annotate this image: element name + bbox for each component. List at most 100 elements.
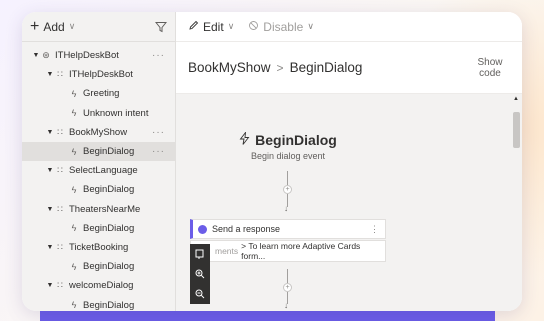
vertical-scrollbar[interactable]: ▲: [510, 94, 522, 311]
tree-item[interactable]: ϟ BeginDialog ···: [22, 141, 175, 162]
trigger-icon: ϟ: [71, 300, 77, 311]
add-node-button[interactable]: +: [283, 283, 292, 292]
plus-icon: +: [30, 17, 40, 35]
more-options-icon[interactable]: ···: [152, 127, 165, 138]
flow-canvas[interactable]: BeginDialog Begin dialog event + ↓ Send …: [176, 94, 522, 311]
tree-item-label: TheatersNearMe: [69, 203, 141, 215]
dialog-icon: ∷: [57, 69, 63, 80]
edit-button[interactable]: Edit ∨: [188, 20, 234, 34]
navigation-toolbar: + Add ∨: [22, 12, 175, 42]
composer-window: + Add ∨ ▼ ⊛ ITHelpDeskBot ··· ▼ ∷ ITHelpDeskBo…: [22, 12, 522, 311]
tree-item[interactable]: ϟ Unknown intent: [22, 104, 175, 123]
edit-label: Edit: [203, 19, 224, 34]
breadcrumb-separator: >: [276, 60, 284, 75]
arrow-down-icon: ↓: [284, 301, 288, 310]
tree-item-label: ITHelpDeskBot: [69, 69, 133, 81]
lightning-icon: [239, 130, 250, 148]
chevron-down-icon: ∨: [307, 21, 314, 31]
tree-item[interactable]: ▼ ⊛ ITHelpDeskBot ···: [22, 46, 175, 65]
trigger-subtitle: Begin dialog event: [250, 151, 326, 161]
caret-down-icon[interactable]: ▼: [46, 244, 54, 251]
editor-pane: Edit ∨ Disable ∨ BookMyShow > BeginDialo…: [176, 12, 522, 311]
show-code-button[interactable]: Show code: [472, 57, 508, 79]
tree-item[interactable]: ϟ BeginDialog: [22, 180, 175, 199]
editor-toolbar: Edit ∨ Disable ∨: [176, 12, 522, 42]
tree-item-label: BeginDialog: [83, 146, 135, 158]
dialog-icon: ∷: [57, 280, 63, 291]
zoom-in-icon[interactable]: [190, 264, 210, 284]
more-options-icon[interactable]: ···: [152, 50, 165, 61]
dialog-icon: ∷: [57, 241, 63, 252]
add-label: Add: [43, 19, 65, 34]
add-button[interactable]: + Add ∨: [30, 17, 76, 35]
trigger-icon: ϟ: [71, 261, 77, 272]
trigger-icon: ϟ: [71, 184, 77, 195]
tree-item[interactable]: ϟ Greeting: [22, 84, 175, 103]
breadcrumb-current: BeginDialog: [289, 60, 363, 75]
dialog-icon: ∷: [57, 165, 63, 176]
navigation-pane: + Add ∨ ▼ ⊛ ITHelpDeskBot ··· ▼ ∷ ITHelpDeskBo…: [22, 12, 176, 311]
connector-line: [287, 171, 288, 185]
tree-item-label: ITHelpDeskBot: [55, 50, 119, 62]
send-response-body[interactable]: ments > To learn more Adaptive Cards for…: [190, 240, 386, 262]
trigger-icon: ϟ: [71, 108, 77, 119]
tree-item-label: TicketBooking: [69, 241, 129, 253]
tree-item-label: BeginDialog: [83, 261, 135, 273]
chevron-down-icon: ∨: [68, 21, 76, 31]
scroll-up-icon[interactable]: ▲: [513, 96, 519, 102]
dialog-header: BookMyShow > BeginDialog Show code: [176, 42, 522, 94]
caret-down-icon[interactable]: ▼: [32, 52, 40, 59]
tree-item[interactable]: ▼ ∷ BookMyShow ···: [22, 123, 175, 142]
tree-item-label: welcomeDialog: [69, 280, 134, 292]
tree-item-label: BeginDialog: [83, 184, 135, 196]
tree-item-label: SelectLanguage: [69, 165, 138, 177]
tree-item[interactable]: ▼ ∷ TicketBooking: [22, 238, 175, 257]
trigger-node[interactable]: BeginDialog Begin dialog event: [176, 130, 400, 161]
caret-down-icon[interactable]: ▼: [46, 129, 54, 136]
trigger-title-text: BeginDialog: [255, 132, 337, 148]
chat-bubble-icon: [198, 224, 207, 234]
trigger-icon: ϟ: [71, 146, 77, 157]
tree-item[interactable]: ϟ BeginDialog: [22, 219, 175, 238]
arrow-down-icon: ↓: [284, 204, 288, 213]
tree-item-label: BeginDialog: [83, 222, 135, 234]
breadcrumb: BookMyShow > BeginDialog: [188, 60, 362, 75]
trigger-icon: ϟ: [71, 223, 77, 234]
more-icon[interactable]: ⋮: [370, 224, 379, 235]
caret-down-icon[interactable]: ▼: [46, 167, 54, 174]
card-title: Send a response: [212, 224, 281, 234]
chevron-down-icon: ∨: [227, 21, 235, 31]
fit-to-screen-icon[interactable]: [190, 244, 210, 264]
show-code-line1: Show: [477, 56, 503, 68]
connector-line: [287, 269, 288, 283]
scroll-thumb[interactable]: [513, 112, 520, 148]
decorative-bar: [40, 311, 495, 321]
filter-icon[interactable]: [155, 21, 167, 33]
dialog-icon: ∷: [57, 203, 63, 214]
more-options-icon[interactable]: ···: [152, 146, 165, 157]
disable-label: Disable: [263, 19, 304, 34]
tree-item-label: Unknown intent: [83, 107, 149, 119]
disable-button[interactable]: Disable ∨: [248, 20, 314, 34]
add-node-button[interactable]: +: [283, 185, 292, 194]
tree-item[interactable]: ▼ ∷ welcomeDialog: [22, 276, 175, 295]
bot-icon: ⊛: [42, 50, 50, 61]
tree-item[interactable]: ▼ ∷ SelectLanguage: [22, 161, 175, 180]
caret-down-icon[interactable]: ▼: [46, 282, 54, 289]
caret-down-icon[interactable]: ▼: [46, 206, 54, 213]
breadcrumb-parent[interactable]: BookMyShow: [188, 60, 271, 75]
send-response-card[interactable]: Send a response ⋮: [190, 219, 386, 239]
disable-icon: [248, 20, 259, 34]
tree-item-label: Greeting: [83, 88, 120, 100]
tree-item[interactable]: ϟ BeginDialog: [22, 295, 175, 311]
tree-item-label: BookMyShow: [69, 126, 128, 138]
caret-down-icon[interactable]: ▼: [46, 71, 54, 78]
zoom-out-icon[interactable]: [190, 284, 210, 304]
tree-item[interactable]: ▼ ∷ TheatersNearMe: [22, 200, 175, 219]
trigger-icon: ϟ: [71, 88, 77, 99]
pencil-icon: [188, 20, 199, 34]
tree-item[interactable]: ϟ BeginDialog: [22, 257, 175, 276]
card-body-prefix: ments: [215, 246, 239, 256]
show-code-line2: code: [479, 67, 501, 79]
tree-item[interactable]: ▼ ∷ ITHelpDeskBot: [22, 65, 175, 84]
